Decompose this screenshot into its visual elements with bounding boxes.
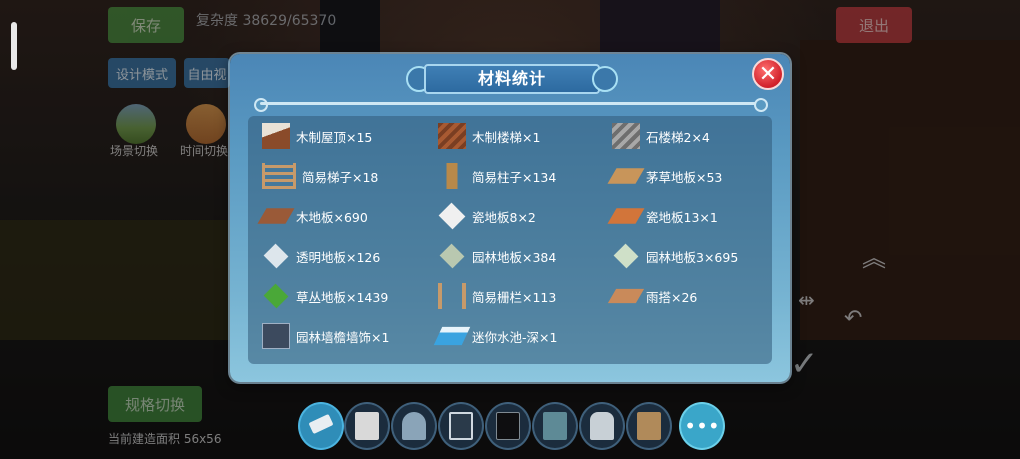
arch-gate-icon[interactable] — [391, 402, 437, 450]
transparent-floor-icon — [263, 243, 289, 269]
dialog-title: 材料统计 — [477, 69, 546, 88]
material-item: 木地板×690 — [257, 202, 368, 230]
simple-ladder-icon — [262, 163, 296, 189]
eraser-icon[interactable] — [298, 402, 344, 450]
material-item: 雨搭×26 — [607, 282, 698, 310]
material-list: 木制屋顶×15 木制楼梯×1 石楼梯2×4 简易梯子×18 简易柱子×134 茅草地板×5… — [248, 116, 772, 364]
exit-button[interactable]: 退出 — [836, 7, 912, 43]
spec-switch-button[interactable]: 规格切换 — [108, 386, 202, 422]
material-item: 茅草地板×53 — [607, 162, 723, 190]
scene-switch-label: 场景切换 — [110, 144, 159, 158]
scene-switch-icon[interactable] — [116, 104, 156, 144]
material-item-label: 木制楼梯×1 — [472, 129, 541, 145]
title-ornament-right-icon — [592, 66, 618, 92]
garden-floor-icon — [439, 243, 465, 269]
material-item: 园林地板×384 — [438, 242, 556, 270]
time-switch-label: 时间切换 — [180, 144, 229, 158]
tile-floor-8-icon — [438, 202, 466, 230]
garden-wall-eave-icon — [262, 323, 290, 349]
wall-panel-icon[interactable] — [344, 402, 390, 450]
material-item: 瓷地板8×2 — [438, 202, 536, 230]
material-item-label: 园林墙檐墙饰×1 — [296, 329, 390, 345]
material-item-label: 迷你水池-深×1 — [472, 329, 558, 345]
material-item: 草丛地板×1439 — [262, 282, 388, 310]
more-icon[interactable]: ••• — [679, 402, 725, 450]
material-item-label: 雨搭×26 — [646, 289, 698, 305]
divider-cap-right — [754, 98, 768, 112]
material-item-label: 简易柱子×134 — [472, 169, 557, 185]
simple-pillar-icon — [438, 163, 466, 189]
cabinet-shape — [543, 412, 567, 440]
free-view-button[interactable]: 自由视 — [184, 58, 230, 88]
material-item-label: 简易梯子×18 — [302, 169, 379, 185]
material-item-label: 园林地板3×695 — [646, 249, 739, 265]
material-item-label: 简易栅栏×113 — [472, 289, 557, 305]
wall-panel-shape — [355, 412, 379, 440]
material-item: 简易栅栏×113 — [438, 282, 556, 310]
dialog-title-bar: 材料统计 — [404, 62, 618, 94]
material-item: 透明地板×126 — [262, 242, 380, 270]
material-item: 木制楼梯×1 — [438, 122, 540, 150]
move-up-icon[interactable]: ︽ — [862, 238, 886, 273]
undo-icon[interactable]: ↶ — [844, 306, 862, 331]
material-item: 园林地板3×695 — [612, 242, 738, 270]
material-stats-dialog: 材料统计 ✕ 木制屋顶×15 木制楼梯×1 石楼梯2×4 简易梯子×18 简易柱子×13… — [230, 54, 790, 382]
door-shape — [590, 412, 614, 440]
thatch-floor-icon — [607, 168, 645, 184]
design-mode-button[interactable]: 设计模式 — [108, 58, 176, 88]
material-item-label: 透明地板×126 — [296, 249, 381, 265]
wood-stairs-icon — [438, 123, 466, 149]
wood-floor-icon — [257, 208, 295, 224]
material-item: 迷你水池-深×1 — [433, 322, 558, 350]
material-item-label: 草丛地板×1439 — [296, 289, 389, 305]
material-item-label: 石楼梯2×4 — [646, 129, 710, 145]
material-item: 简易梯子×18 — [262, 162, 378, 190]
window-frame-icon[interactable] — [438, 402, 484, 450]
left-scroll-handle[interactable] — [11, 22, 17, 70]
awning-icon — [607, 288, 645, 304]
save-button[interactable]: 保存 — [108, 7, 184, 43]
wardrobe-shape — [637, 412, 661, 440]
material-item: 瓷地板13×1 — [607, 202, 718, 230]
divider-cap-left — [254, 98, 268, 112]
door-icon[interactable] — [579, 402, 625, 450]
window-frame-shape — [449, 412, 473, 440]
time-switch-icon[interactable] — [186, 104, 226, 144]
material-item: 园林墙檐墙饰×1 — [262, 322, 389, 350]
cabinet-icon[interactable] — [532, 402, 578, 450]
material-item: 木制屋顶×15 — [262, 122, 372, 150]
title-divider — [260, 102, 760, 105]
mirror-icon[interactable]: ⇹ — [798, 288, 815, 312]
material-item-label: 木制屋顶×15 — [296, 129, 373, 145]
simple-fence-icon — [438, 283, 466, 309]
stone-stairs-icon — [612, 123, 640, 149]
mini-pool-deep-icon — [433, 326, 471, 346]
tile-floor-13-icon — [607, 208, 645, 224]
complexity-counter: 复杂度 38629/65370 — [196, 13, 337, 29]
material-item-label: 木地板×690 — [296, 209, 368, 225]
dark-panel-shape — [496, 412, 520, 440]
build-area-text: 当前建造面积 56x56 — [108, 432, 222, 446]
material-item-label: 瓷地板8×2 — [472, 209, 536, 225]
garden-floor-3-icon — [613, 243, 639, 269]
material-item-label: 园林地板×384 — [472, 249, 557, 265]
eraser-shape — [308, 413, 334, 435]
wardrobe-icon[interactable] — [626, 402, 672, 450]
arch-gate-shape — [402, 412, 426, 440]
wood-roof-icon — [262, 123, 290, 149]
close-button[interactable]: ✕ — [752, 58, 784, 90]
material-item-label: 瓷地板13×1 — [646, 209, 718, 225]
material-item: 石楼梯2×4 — [612, 122, 710, 150]
material-item-label: 茅草地板×53 — [646, 169, 723, 185]
grass-floor-icon — [263, 283, 289, 309]
confirm-check-icon[interactable]: ✓ — [790, 344, 819, 384]
dark-panel-icon[interactable] — [485, 402, 531, 450]
material-item: 简易柱子×134 — [438, 162, 556, 190]
